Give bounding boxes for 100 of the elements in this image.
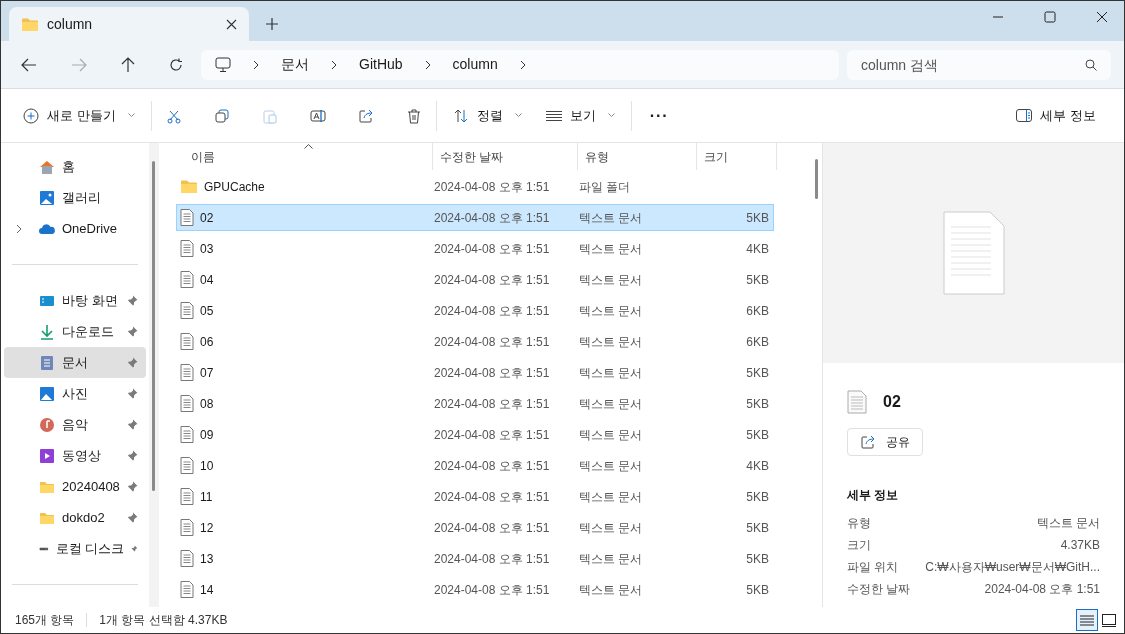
type-text: 텍스트 문서 xyxy=(579,427,643,442)
date-text: 2024-04-08 오후 1:51 xyxy=(434,210,550,225)
sidebar-item[interactable]: 사진 xyxy=(4,378,146,409)
document-icon xyxy=(180,395,194,412)
close-icon[interactable] xyxy=(226,18,237,30)
share-icon[interactable] xyxy=(357,107,374,124)
file-row[interactable]: 07 2024-04-08 오후 1:51 텍스트 문서 5KB xyxy=(176,359,774,386)
file-name: 03 xyxy=(200,240,214,258)
sidebar-item[interactable]: 로컬 디스크 xyxy=(4,533,146,564)
sidebar-item[interactable]: 음악 xyxy=(4,409,146,440)
file-row[interactable]: 02 2024-04-08 오후 1:51 텍스트 문서 5KB xyxy=(176,204,774,231)
sidebar-item[interactable]: 바탕 화면 xyxy=(4,285,146,316)
music-note-icon xyxy=(39,416,55,433)
new-button[interactable]: 새로 만들기 xyxy=(21,99,137,132)
new-tab-icon[interactable] xyxy=(265,17,279,31)
share-icon xyxy=(860,434,876,450)
file-name: 05 xyxy=(200,302,214,320)
size-text: 5KB xyxy=(746,519,769,537)
size-text: 5KB xyxy=(746,364,769,382)
file-name: 14 xyxy=(200,581,214,599)
column-header[interactable]: 수정한 날짜 xyxy=(433,143,578,170)
sidebar-item[interactable]: 홈 xyxy=(4,151,146,182)
file-row[interactable]: 03 2024-04-08 오후 1:51 텍스트 문서 4KB xyxy=(176,235,774,262)
file-row[interactable]: 09 2024-04-08 오후 1:51 텍스트 문서 5KB xyxy=(176,421,774,448)
file-row[interactable]: 12 2024-04-08 오후 1:51 텍스트 문서 5KB xyxy=(176,514,774,541)
file-row[interactable]: 06 2024-04-08 오후 1:51 텍스트 문서 6KB xyxy=(176,328,774,355)
type-text: 텍스트 문서 xyxy=(579,582,643,597)
breadcrumb-item[interactable]: 문서 xyxy=(281,54,309,75)
file-name: 04 xyxy=(200,271,214,289)
more-button[interactable]: ··· xyxy=(645,103,673,128)
file-name: 07 xyxy=(200,364,214,382)
caret-icon xyxy=(127,113,135,118)
file-name: 06 xyxy=(200,333,214,351)
sidebar-item[interactable]: 갤러리 xyxy=(4,182,146,213)
chevron-right-icon[interactable] xyxy=(16,223,22,234)
date-text: 2024-04-08 오후 1:51 xyxy=(434,489,550,504)
document-icon xyxy=(180,333,194,350)
section-heading: 세부 정보 xyxy=(847,487,900,504)
document-icon xyxy=(180,302,194,319)
document-icon xyxy=(180,426,194,443)
maximize-icon[interactable] xyxy=(1044,11,1056,23)
sidebar-item[interactable]: 문서 xyxy=(4,347,146,378)
type-text: 텍스트 문서 xyxy=(579,210,643,225)
sidebar-item[interactable]: dokdo2 xyxy=(4,502,146,533)
video-icon xyxy=(39,447,55,464)
up-icon[interactable] xyxy=(121,56,135,73)
sidebar-item[interactable]: 동영상 xyxy=(4,440,146,471)
sidebar-item[interactable]: 20240408 xyxy=(4,471,146,502)
monitor-icon xyxy=(215,56,231,73)
search-field[interactable]: column 검색 xyxy=(847,49,1111,80)
breadcrumb-item[interactable]: column xyxy=(452,54,498,75)
type-text: 텍스트 문서 xyxy=(579,396,643,411)
drive-icon xyxy=(39,545,49,552)
file-row[interactable]: 10 2024-04-08 오후 1:51 텍스트 문서 4KB xyxy=(176,452,774,479)
close-icon[interactable] xyxy=(1096,11,1108,23)
property-value: 텍스트 문서 xyxy=(1036,515,1100,532)
date-text: 2024-04-08 오후 1:51 xyxy=(434,241,550,256)
document-icon xyxy=(180,271,194,288)
column-header[interactable]: 유형 xyxy=(578,143,697,170)
chevron-right-icon xyxy=(331,59,337,70)
copy-icon[interactable] xyxy=(213,107,230,124)
file-name: GPUCache xyxy=(204,178,265,196)
file-row[interactable]: 04 2024-04-08 오후 1:51 텍스트 문서 5KB xyxy=(176,266,774,293)
date-text: 2024-04-08 오후 1:51 xyxy=(434,551,550,566)
address-bar[interactable]: 문서 GitHub column xyxy=(201,49,839,80)
date-text: 2024-04-08 오후 1:51 xyxy=(434,458,550,473)
details-button[interactable]: 세부 정보 xyxy=(1014,99,1098,132)
sidebar-item[interactable]: OneDrive xyxy=(4,213,146,244)
caret-icon xyxy=(607,113,615,118)
file-row[interactable]: 05 2024-04-08 오후 1:51 텍스트 문서 6KB xyxy=(176,297,774,324)
rename-icon[interactable] xyxy=(309,107,326,124)
details-view-button[interactable] xyxy=(1076,609,1098,631)
scrollbar-thumb[interactable] xyxy=(152,161,155,491)
refresh-icon[interactable] xyxy=(169,57,183,72)
file-row[interactable]: 14 2024-04-08 오후 1:51 텍스트 문서 5KB xyxy=(176,576,774,603)
view-button[interactable]: 보기 xyxy=(543,99,617,132)
tab[interactable]: column xyxy=(9,7,249,41)
date-text: 2024-04-08 오후 1:51 xyxy=(434,272,550,287)
size-text: 5KB xyxy=(746,488,769,506)
column-header[interactable]: 이름 xyxy=(159,143,433,170)
file-name: 13 xyxy=(200,550,214,568)
scrollbar-thumb[interactable] xyxy=(815,159,818,199)
file-row[interactable]: 11 2024-04-08 오후 1:51 텍스트 문서 5KB xyxy=(176,483,774,510)
document-icon xyxy=(180,457,194,474)
share-button[interactable]: 공유 xyxy=(847,428,923,456)
size-text: 5KB xyxy=(746,581,769,599)
column-header[interactable]: 크기 xyxy=(697,143,777,170)
sidebar-item[interactable]: 다운로드 xyxy=(4,316,146,347)
file-row[interactable]: 08 2024-04-08 오후 1:51 텍스트 문서 5KB xyxy=(176,390,774,417)
document-icon xyxy=(39,354,55,371)
trash-icon[interactable] xyxy=(405,107,422,124)
breadcrumb-item[interactable]: GitHub xyxy=(359,54,403,75)
size-text: 5KB xyxy=(746,395,769,413)
sort-button[interactable]: 정렬 xyxy=(450,99,524,132)
file-row[interactable]: GPUCache 2024-04-08 오후 1:51 파일 폴더 xyxy=(176,173,774,200)
details-pane-icon xyxy=(1016,109,1033,122)
back-icon[interactable] xyxy=(21,57,37,72)
file-row[interactable]: 13 2024-04-08 오후 1:51 텍스트 문서 5KB xyxy=(176,545,774,572)
property-label: 파일 위치 xyxy=(847,559,899,576)
size-text: 5KB xyxy=(746,271,769,289)
